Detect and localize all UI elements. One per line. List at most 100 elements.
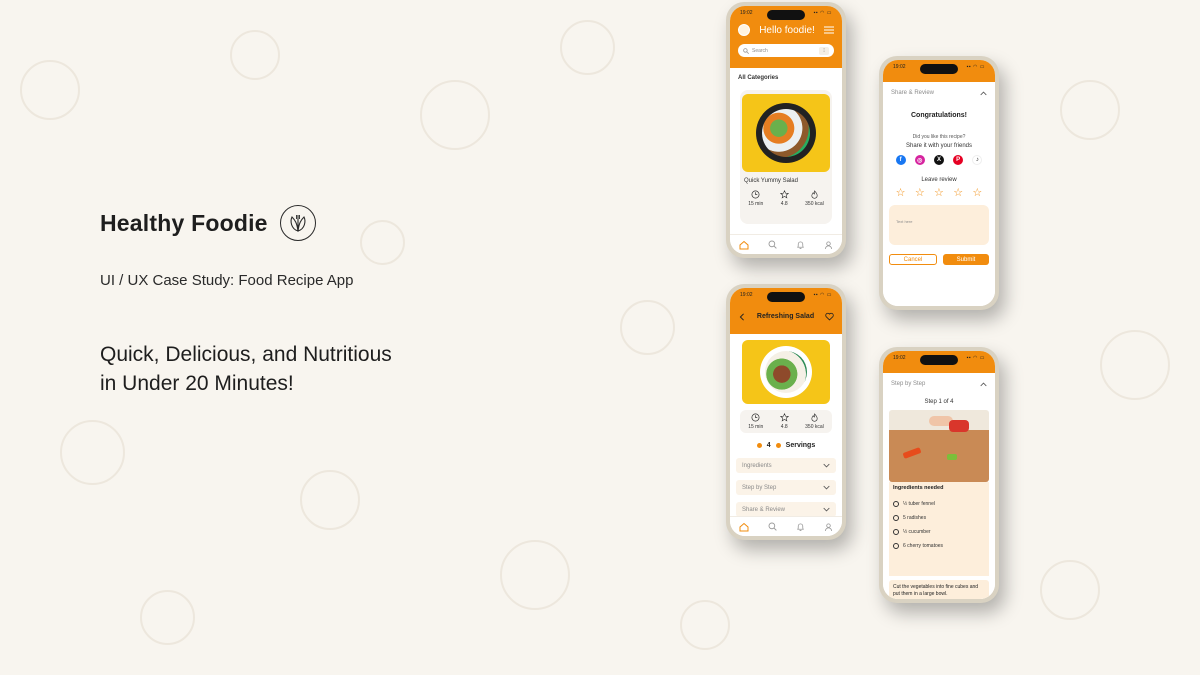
textarea-placeholder: Text here [896,219,913,224]
status-time: 19:02 [893,355,906,361]
menu-icon[interactable] [824,26,834,34]
status-time: 19:02 [893,64,906,70]
bell-icon[interactable] [796,240,805,250]
star-icon [779,190,789,199]
pinterest-icon[interactable]: P [953,155,964,165]
cancel-button[interactable]: Cancel [889,254,937,265]
star-2-icon[interactable]: ☆ [915,186,925,199]
meta-rating: 4.8 [780,424,788,430]
accordion-label: Step by Step [742,484,777,491]
meta-time: 15 min [748,201,764,207]
brand-title: Healthy Foodie [100,209,268,236]
profile-icon[interactable] [824,522,833,532]
congrats-heading: Congratulations! [911,112,967,119]
tagline-line-1: Quick, Delicious, and Nutritious [100,343,392,366]
ingredient-label: 5 radishes [903,515,927,521]
search-placeholder: Search [752,47,768,54]
review-textarea[interactable]: Text here [889,205,989,245]
leaf-fork-logo-icon [279,205,316,241]
card-title: Quick Yummy Salad [744,178,798,184]
brand-header: Healthy Foodie [100,205,316,241]
chevron-down-icon [823,485,830,490]
tiktok-icon[interactable]: ♪ [972,155,983,165]
avatar[interactable] [738,24,750,36]
ingredient-checkbox[interactable]: ½ cucumber [893,529,985,535]
star-1-icon[interactable]: ☆ [896,186,906,199]
recipe-title: Refreshing Salad [756,313,815,320]
meta-time: 15 min [748,424,764,430]
accordion-label: Ingredients [742,462,772,469]
status-icons: ▪▪ ◠ ▭ [813,292,832,298]
instagram-icon[interactable]: ◎ [914,155,925,165]
ingredient-checkbox[interactable]: 5 radishes [893,515,985,521]
search-input[interactable]: Search ⫶ [738,44,834,57]
filter-icon[interactable]: ⫶ [819,46,829,55]
chevron-up-icon[interactable] [980,382,987,387]
instruction-text: Cut the vegetables into fine cubes and p… [889,580,989,599]
share-prompt: Share it with your friends [905,143,973,149]
section-title: Step by Step [891,381,926,387]
greeting-title: Hello foodie! [759,24,815,36]
submit-button[interactable]: Submit [943,254,989,265]
accordion-step-by-step[interactable]: Step by Step [736,480,836,495]
tagline-line-2: in Under 20 Minutes! [100,372,294,395]
star-icon [779,413,789,422]
profile-icon[interactable] [824,240,833,250]
steps-panel: Step by Step Step 1 of 4 Ingredients nee… [883,373,995,599]
ingredient-checkbox[interactable]: 6 cherry tomatoes [893,543,985,549]
chevron-down-icon [823,463,830,468]
recipe-card[interactable]: Quick Yummy Salad 15 min 4.8 350 kcal [740,90,832,224]
flame-icon [811,413,818,422]
home-icon[interactable] [739,240,749,250]
question-text: Did you like this recipe? [912,134,966,140]
recipe-meta: 15 min 4.8 350 kcal [740,410,832,433]
increase-dot[interactable] [775,443,781,448]
ingredients-heading: Ingredients needed [893,485,944,491]
search-tab-icon[interactable] [768,240,777,249]
star-5-icon[interactable]: ☆ [972,186,982,199]
decrease-dot[interactable] [756,443,762,448]
tab-bar [730,516,842,536]
section-title: Share & Review [891,90,935,96]
star-4-icon[interactable]: ☆ [953,186,963,199]
servings-count: 4 [766,442,771,449]
tagline: Quick, Delicious, and Nutritious in Unde… [100,340,392,398]
star-3-icon[interactable]: ☆ [934,186,944,199]
phone-step-by-step: 19:02 ▪▪ ◠ ▭ Step by Step Step 1 of 4 In… [879,347,999,603]
recipe-meta: 15 min 4.8 350 kcal [740,190,832,207]
ingredient-label: ½ cucumber [903,529,931,535]
status-time: 19:02 [740,10,753,16]
search-tab-icon[interactable] [768,522,777,531]
accordion-ingredients[interactable]: Ingredients [736,458,836,473]
case-study-subtitle: UI / UX Case Study: Food Recipe App [100,272,354,289]
bell-icon[interactable] [796,522,805,532]
chopping-vegetables-image [889,410,989,482]
phone-recipe-detail: 19:02 ▪▪ ◠ ▭ Refreshing Salad 15 min 4.8… [726,284,846,540]
accordion-share-review[interactable]: Share & Review [736,502,836,517]
phone-notch [767,292,805,302]
salad-bowl-image [742,340,830,404]
search-icon [743,47,749,54]
clock-icon [751,413,760,422]
home-icon[interactable] [739,522,749,532]
chevron-up-icon[interactable] [980,91,987,96]
meta-calories: 350 kcal [805,201,824,207]
review-panel: Share & Review Congratulations! Did you … [883,82,995,306]
rating-stars[interactable]: ☆ ☆ ☆ ☆ ☆ [883,186,995,199]
section-title: All Categories [738,75,779,81]
ingredient-label: ½ tuber fennel [903,501,935,507]
ingredient-checkbox[interactable]: ½ tuber fennel [893,501,985,507]
status-time: 19:02 [740,292,753,298]
clock-icon [751,190,760,199]
salad-bowl-image [742,94,830,172]
servings-stepper[interactable]: 4 Servings [730,442,842,449]
back-chevron-icon[interactable] [738,312,746,321]
x-icon[interactable]: X [933,155,944,165]
status-icons: ▪▪ ◠ ▭ [966,355,985,361]
status-icons: ▪▪ ◠ ▭ [966,64,985,70]
facebook-icon[interactable]: f [895,155,906,165]
heart-icon[interactable] [825,312,834,321]
accordion-label: Share & Review [742,506,786,513]
meta-rating: 4.8 [780,201,788,207]
phone-share-review: 19:02 ▪▪ ◠ ▭ Share & Review Congratulati… [879,56,999,310]
